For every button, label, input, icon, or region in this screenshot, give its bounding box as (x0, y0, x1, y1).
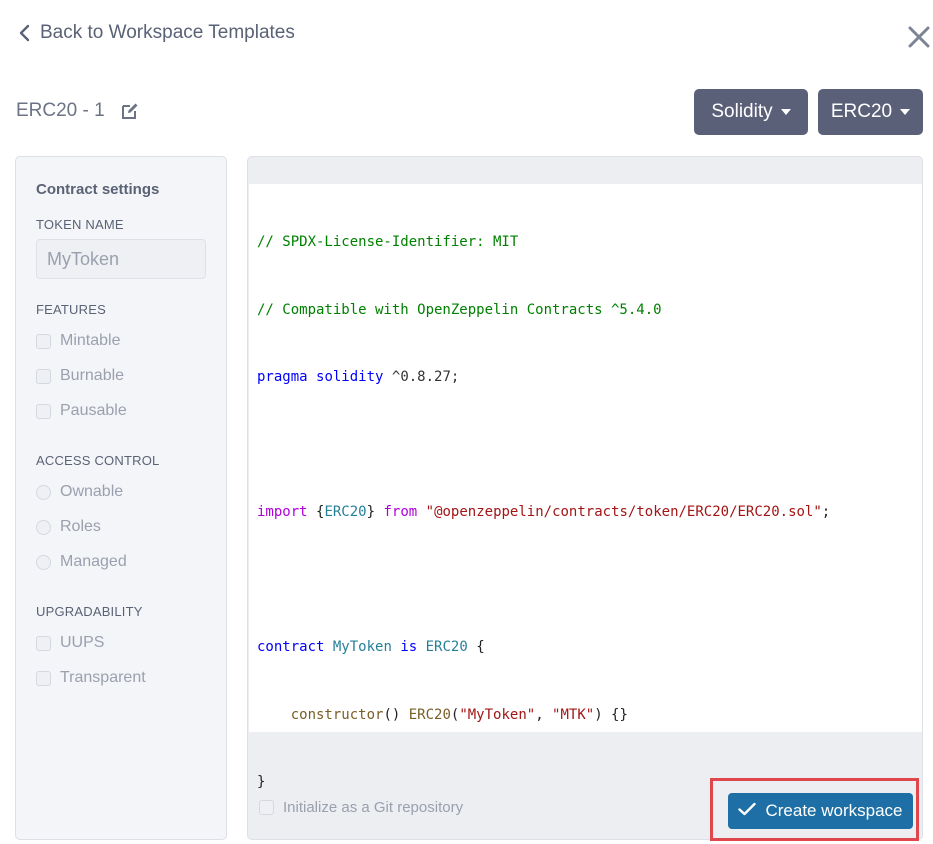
code-string: "MyToken" (459, 706, 536, 723)
template-dropdown[interactable]: ERC20 (818, 89, 923, 135)
caret-down-icon (780, 109, 791, 115)
code-version: ^0.8.27; (391, 369, 460, 385)
code-line: constructor() ERC20("MyToken", "MTK") {} (257, 704, 830, 727)
feature-pausable-label: Pausable (60, 402, 127, 419)
upgradability-label: UPGRADABILITY (36, 604, 143, 619)
edit-icon[interactable] (121, 102, 139, 120)
code-preview-panel: // SPDX-License-Identifier: MIT // Compa… (247, 156, 923, 840)
token-name-label: TOKEN NAME (36, 217, 124, 232)
code-punct: } (366, 504, 376, 520)
code-line: // SPDX-License-Identifier: MIT (257, 231, 830, 254)
code-punct: } (257, 774, 266, 790)
code-type: ERC20 (425, 639, 468, 655)
checkbox[interactable] (259, 800, 274, 815)
feature-burnable-label: Burnable (60, 367, 125, 384)
code-keyword: is (400, 639, 418, 655)
features-label: FEATURES (36, 302, 106, 317)
workspace-template-dialog: Back to Workspace Templates ERC20 - 1 So… (0, 0, 933, 844)
access-roles-label: Roles (60, 518, 101, 535)
check-icon (738, 801, 757, 821)
code-punct: { (476, 639, 485, 655)
create-workspace-button[interactable]: Create workspace (728, 793, 913, 829)
upgrade-uups[interactable]: UUPS (36, 634, 104, 652)
code-keyword: import (257, 504, 308, 520)
code-comment: // SPDX-License-Identifier: MIT (257, 234, 519, 250)
code-string: "MTK" (552, 706, 595, 723)
close-icon[interactable] (906, 24, 932, 50)
upgrade-transparent[interactable]: Transparent (36, 669, 146, 687)
access-roles[interactable]: Roles (36, 518, 101, 536)
code-type: MyToken (332, 639, 392, 655)
language-dropdown-label: Solidity (711, 101, 773, 122)
code-line: // Compatible with OpenZeppelin Contract… (257, 299, 830, 322)
access-ownable-label: Ownable (60, 483, 124, 500)
radio-button[interactable] (36, 484, 51, 500)
feature-mintable[interactable]: Mintable (36, 332, 120, 350)
code-keyword: from (383, 504, 418, 520)
code-line: import {ERC20} from "@openzeppelin/contr… (257, 501, 830, 524)
code-punct: ) {} (594, 706, 628, 723)
feature-burnable[interactable]: Burnable (36, 367, 124, 385)
checkbox[interactable] (36, 403, 51, 419)
code-type: ERC20 (324, 504, 367, 520)
init-git-option[interactable]: Initialize as a Git repository (259, 799, 463, 816)
code-string: "@openzeppelin/contracts/token/ERC20/ERC… (425, 504, 822, 520)
upgrade-uups-label: UUPS (60, 634, 105, 651)
code-line: pragma solidity ^0.8.27; (257, 366, 830, 389)
caret-down-icon (900, 109, 911, 115)
code-punct: , (535, 706, 553, 723)
template-dropdown-label: ERC20 (830, 101, 893, 122)
code-line: contract MyToken is ERC20 { (257, 636, 830, 659)
workspace-title-row: ERC20 - 1 (16, 100, 139, 122)
language-dropdown[interactable]: Solidity (694, 89, 808, 135)
code-function: ERC20 (408, 706, 451, 723)
code-keyword: contract (257, 639, 325, 655)
upgrade-transparent-label: Transparent (60, 669, 146, 686)
code-punct: ; (821, 504, 831, 520)
code-punct: () (383, 706, 401, 723)
checkbox[interactable] (36, 670, 51, 686)
feature-mintable-label: Mintable (60, 332, 121, 349)
back-link-label: Back to Workspace Templates (40, 22, 295, 43)
workspace-name: ERC20 - 1 (16, 100, 105, 121)
code-keyword: solidity (316, 369, 384, 385)
create-workspace-label: Create workspace (765, 801, 903, 820)
init-git-label: Initialize as a Git repository (283, 799, 464, 816)
back-to-templates-link[interactable]: Back to Workspace Templates (18, 22, 295, 44)
code-editor[interactable]: // SPDX-License-Identifier: MIT // Compa… (249, 184, 922, 790)
checkbox[interactable] (36, 635, 51, 651)
checkbox[interactable] (36, 368, 51, 384)
code-content: // SPDX-License-Identifier: MIT // Compa… (257, 186, 830, 839)
radio-button[interactable] (36, 554, 51, 570)
access-control-label: ACCESS CONTROL (36, 453, 160, 468)
checkbox[interactable] (36, 333, 51, 349)
access-ownable[interactable]: Ownable (36, 483, 123, 501)
radio-button[interactable] (36, 519, 51, 535)
code-comment: // Compatible with OpenZeppelin Contract… (257, 301, 662, 318)
feature-pausable[interactable]: Pausable (36, 402, 127, 420)
token-name-input[interactable] (36, 239, 206, 279)
code-function: constructor (290, 706, 384, 723)
chevron-left-icon (18, 24, 30, 42)
access-managed-label: Managed (60, 553, 127, 570)
contract-settings-panel: Contract settings TOKEN NAME FEATURES Mi… (15, 156, 227, 840)
code-keyword: pragma (257, 369, 308, 385)
access-managed[interactable]: Managed (36, 553, 127, 571)
contract-settings-title: Contract settings (36, 181, 160, 198)
